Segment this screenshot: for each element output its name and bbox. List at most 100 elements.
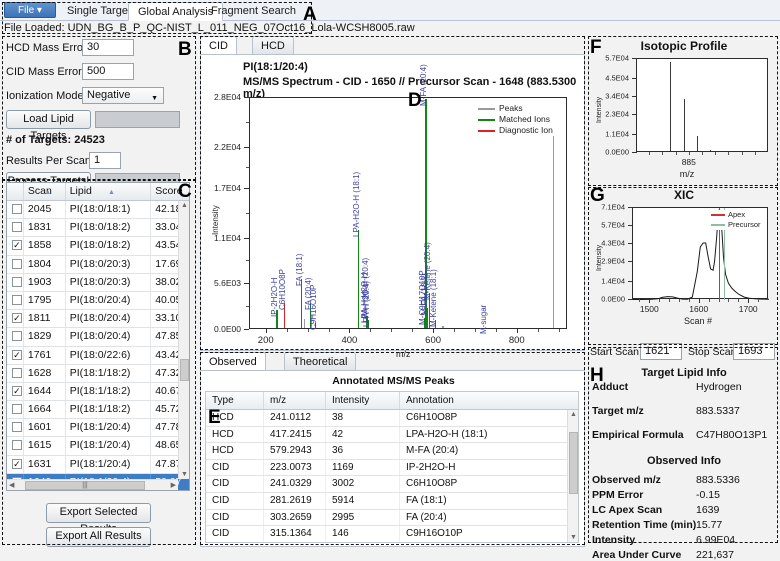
target-lipid-info-header: Target Lipid Info: [588, 367, 780, 379]
file-menu-button[interactable]: File ▾: [4, 2, 56, 18]
row-checkbox[interactable]: [7, 274, 24, 291]
table-row[interactable]: ✓1761PI(18:0/22:6)43.42: [7, 347, 189, 365]
table-row[interactable]: 1628PI(18:1/18:2)47.32: [7, 365, 189, 383]
scroll-left-icon[interactable]: ◀: [9, 481, 14, 489]
checkbox-icon[interactable]: [12, 222, 22, 232]
checkbox-checked-icon[interactable]: ✓: [12, 459, 22, 469]
row-checkbox[interactable]: [7, 201, 24, 218]
table-row[interactable]: CID303.26592995FA (20:4): [206, 510, 578, 527]
peaks-col-annotation[interactable]: Annotation: [400, 392, 568, 409]
scroll-right-icon[interactable]: ▶: [171, 481, 176, 489]
checkbox-checked-icon[interactable]: ✓: [12, 386, 22, 396]
tab-hcd-plot[interactable]: HCD Plot: [252, 36, 294, 55]
cell-scan: 1761: [24, 347, 66, 364]
results-per-scan-input[interactable]: 1: [89, 152, 121, 169]
legend-label: Peaks: [499, 103, 523, 113]
table-row[interactable]: ✓1858PI(18:0/18:2)43.54: [7, 237, 189, 255]
checkbox-icon[interactable]: [12, 404, 22, 414]
annotated-peaks-grid[interactable]: Type m/z Intensity Annotation HCD241.011…: [205, 391, 579, 543]
cid-mass-error-input[interactable]: 500: [82, 63, 134, 80]
table-row[interactable]: 2045PI(18:0/18:1)42.18: [7, 201, 189, 219]
tab-cid-plot[interactable]: CID Plot: [200, 36, 237, 55]
row-checkbox[interactable]: [7, 328, 24, 345]
isotopic-profile-chart[interactable]: 0.0E001.1E042.3E043.4E044.5E045.7E04885m…: [588, 36, 780, 184]
checkbox-icon[interactable]: [12, 368, 22, 378]
results-grid-vscrollbar[interactable]: ▲ ▼: [178, 201, 189, 479]
table-row[interactable]: ✓1644PI(18:1/18:2)40.67: [7, 383, 189, 401]
table-row[interactable]: 1831PI(18:0/18:2)33.04: [7, 219, 189, 237]
table-row[interactable]: 1903PI(18:0/20:3)38.02: [7, 274, 189, 292]
scroll-up-icon[interactable]: ▲: [570, 411, 577, 418]
annotated-peaks-vscrollbar[interactable]: ▲ ▼: [567, 410, 578, 542]
isotope-peak: [710, 150, 711, 151]
results-col-scan[interactable]: ▲ Scan: [24, 183, 66, 200]
results-col-lipid[interactable]: ▲ Lipid: [66, 183, 152, 200]
peaks-col-intensity[interactable]: Intensity: [326, 392, 400, 409]
checkbox-icon[interactable]: [12, 277, 22, 287]
checkbox-icon[interactable]: [12, 204, 22, 214]
xic-chart[interactable]: 0.0E001.4E042.9E044.3E045.7E047.1E041500…: [588, 185, 780, 340]
checkbox-checked-icon[interactable]: ✓: [12, 240, 22, 250]
row-checkbox[interactable]: ✓: [7, 237, 24, 254]
table-row[interactable]: CID223.00731169IP-2H2O-H: [206, 460, 578, 477]
target-field-value: C47H80O13P1: [696, 429, 767, 441]
hcd-mass-error-input[interactable]: 30: [82, 39, 134, 56]
row-checkbox[interactable]: [7, 292, 24, 309]
scroll-down-icon[interactable]: ▼: [181, 471, 188, 478]
table-row[interactable]: HCD241.011238C6H10O8P: [206, 410, 578, 427]
row-checkbox[interactable]: ✓: [7, 456, 24, 473]
ionization-mode-select[interactable]: Negative ▼: [82, 87, 164, 104]
export-all-results-button[interactable]: Export All Results: [46, 527, 151, 547]
table-row[interactable]: ✓1811PI(18:0/20:4)33.10: [7, 310, 189, 328]
row-checkbox[interactable]: ✓: [7, 383, 24, 400]
checkbox-checked-icon[interactable]: ✓: [12, 313, 22, 323]
scroll-down-icon[interactable]: ▼: [570, 534, 577, 541]
export-selected-results-button[interactable]: Export Selected Results: [46, 503, 151, 523]
row-checkbox[interactable]: [7, 365, 24, 382]
table-row[interactable]: HCD417.241542LPA-H2O-H (18:1): [206, 427, 578, 444]
row-checkbox[interactable]: [7, 219, 24, 236]
table-row[interactable]: HCD579.294336M-FA (20:4): [206, 443, 578, 460]
annotated-peaks-header: Type m/z Intensity Annotation: [206, 392, 578, 410]
row-checkbox[interactable]: [7, 437, 24, 454]
results-grid[interactable]: ▲ Scan ▲ Lipid Score 2045PI(18:0/18:1)42…: [6, 182, 190, 491]
table-row[interactable]: 1829PI(18:0/20:4)47.85: [7, 328, 189, 346]
checkbox-checked-icon[interactable]: ✓: [12, 350, 22, 360]
scroll-thumb[interactable]: [569, 432, 578, 494]
checkbox-icon[interactable]: [12, 440, 22, 450]
table-row[interactable]: CID281.26195914FA (18:1): [206, 493, 578, 510]
y-axis-tick: [244, 188, 249, 189]
start-scan-input[interactable]: 1621: [640, 343, 682, 360]
scroll-thumb-h[interactable]: |||: [25, 481, 145, 490]
table-row[interactable]: ✓1631PI(18:1/20:4)47.87: [7, 456, 189, 474]
checkbox-icon[interactable]: [12, 295, 22, 305]
row-checkbox[interactable]: [7, 401, 24, 418]
scroll-up-icon[interactable]: ▲: [181, 202, 188, 209]
cell-lipid: PI(18:0/18:2): [66, 237, 152, 254]
row-checkbox[interactable]: [7, 256, 24, 273]
load-lipid-targets-button[interactable]: Load Lipid Targets: [6, 110, 91, 129]
table-row[interactable]: 1615PI(18:1/20:4)48.65: [7, 437, 189, 455]
stop-scan-input[interactable]: 1693: [733, 343, 775, 360]
table-row[interactable]: CID241.03293002C6H10O8P: [206, 476, 578, 493]
tab-theoretical-msms[interactable]: Theoretical MS/MS: [284, 352, 356, 371]
msms-spectrum-chart[interactable]: 0.0E005.6E031.1E041.7E042.2E042.8E042004…: [201, 55, 586, 352]
row-checkbox[interactable]: ✓: [7, 310, 24, 327]
cell-mz: 281.2619: [264, 493, 326, 509]
scroll-thumb[interactable]: [180, 359, 189, 381]
table-row[interactable]: CID315.1364146C9H16O10P: [206, 526, 578, 543]
table-row[interactable]: 1795PI(18:0/20:4)40.05: [7, 292, 189, 310]
checkbox-icon[interactable]: [12, 259, 22, 269]
top-tab-fragment-search[interactable]: Fragment Search: [202, 2, 305, 21]
row-checkbox[interactable]: [7, 419, 24, 436]
table-row[interactable]: 1601PI(18:1/20:4)47.78: [7, 419, 189, 437]
table-row[interactable]: 1804PI(18:0/20:3)17.69: [7, 256, 189, 274]
table-row[interactable]: 1664PI(18:1/18:2)45.72: [7, 401, 189, 419]
checkbox-icon[interactable]: [12, 331, 22, 341]
results-grid-hscrollbar[interactable]: ◀ ||| ▶: [7, 479, 178, 490]
tab-observed-msms[interactable]: Observed MS/MS: [200, 352, 266, 371]
row-checkbox[interactable]: ✓: [7, 347, 24, 364]
target-field-label: Empirical Formula: [592, 429, 684, 441]
peaks-col-mz[interactable]: m/z: [264, 392, 326, 409]
checkbox-icon[interactable]: [12, 422, 22, 432]
